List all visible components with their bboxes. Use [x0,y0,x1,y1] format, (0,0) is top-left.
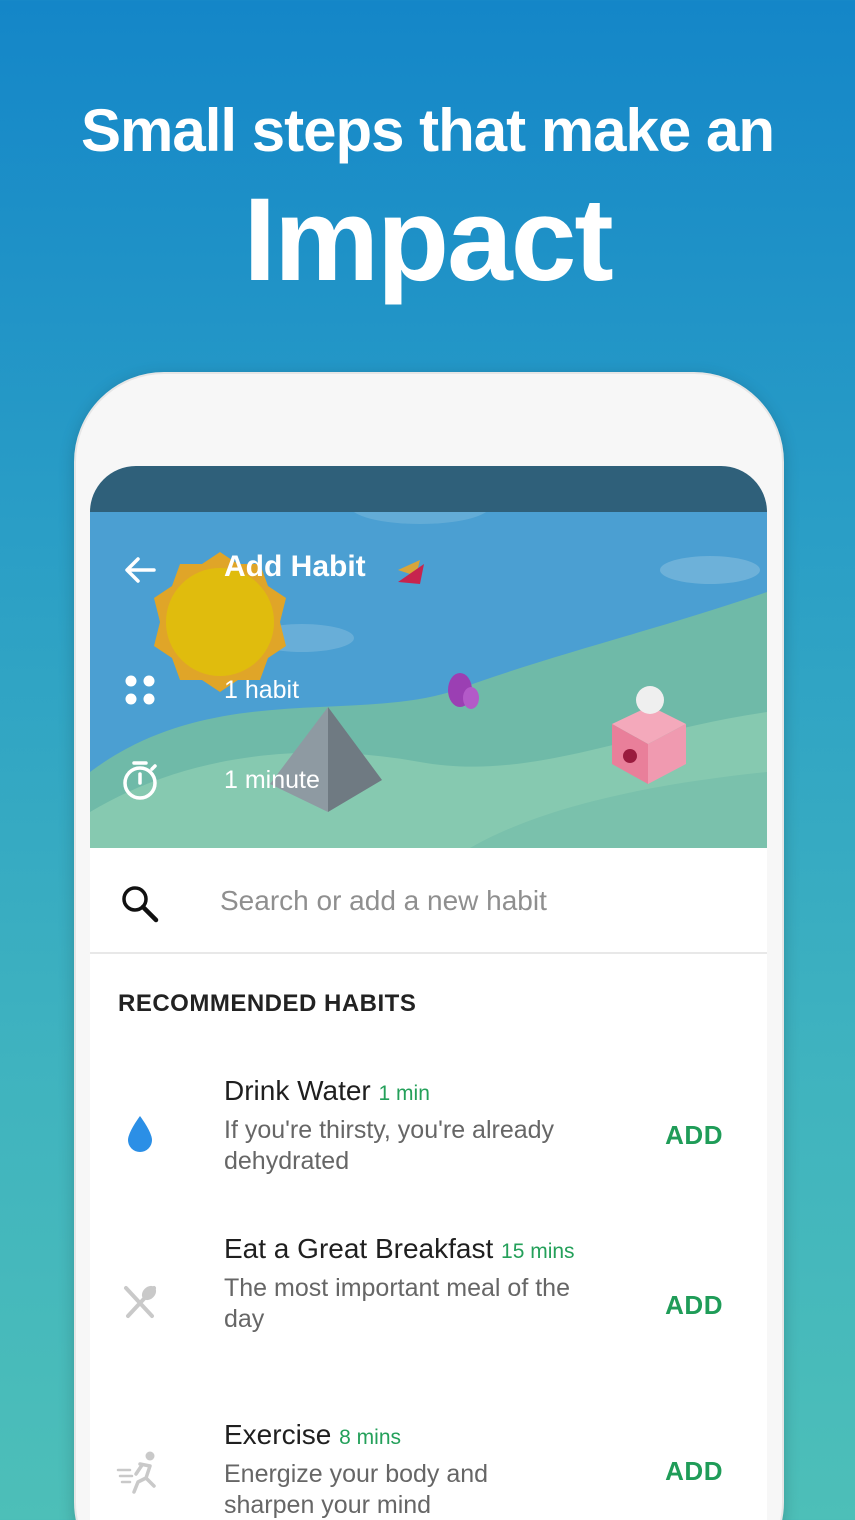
hero-illustration [90,512,767,848]
balloon [463,687,479,709]
add-button[interactable]: ADD [665,1456,723,1487]
page-title: Add Habit [224,550,366,583]
headline-line-1: Small steps that make an [81,97,775,164]
search-icon[interactable] [118,882,162,926]
habit-duration: 15 mins [501,1240,575,1263]
habit-name: Drink Water [224,1075,371,1106]
app-screen: Add Habit 1 habit 1 minute RECOMMENDED H… [90,466,767,1520]
habit-duration: 8 mins [339,1426,402,1449]
status-bar [90,466,767,512]
stopwatch-icon [123,761,157,800]
habit-name: Exercise [224,1419,332,1450]
headline-line-2: Impact [243,174,613,306]
habit-name: Eat a Great Breakfast [224,1233,494,1264]
cloud [660,556,760,584]
running-icon [116,1451,156,1494]
search-bar [90,848,767,954]
cloud [354,512,486,524]
search-input[interactable] [220,876,720,926]
add-button[interactable]: ADD [665,1120,723,1151]
hero-header: Add Habit 1 habit 1 minute [90,512,767,848]
water-drop-icon [128,1116,152,1152]
add-button[interactable]: ADD [665,1290,723,1321]
utensils-icon [124,1285,157,1318]
duration-label: 1 minute [224,766,320,794]
dots-grid-icon [125,675,155,705]
habit-description: The most important meal of the day [224,1274,570,1333]
section-title: RECOMMENDED HABITS [118,990,417,1017]
arrow-left-icon[interactable] [118,548,162,592]
habit-count: 1 habit [224,676,300,704]
habit-duration: 1 min [378,1082,430,1105]
habit-description: If you're thirsty, you're already dehydr… [224,1116,555,1175]
habit-description: Energize your body and sharpen your mind [224,1460,489,1519]
